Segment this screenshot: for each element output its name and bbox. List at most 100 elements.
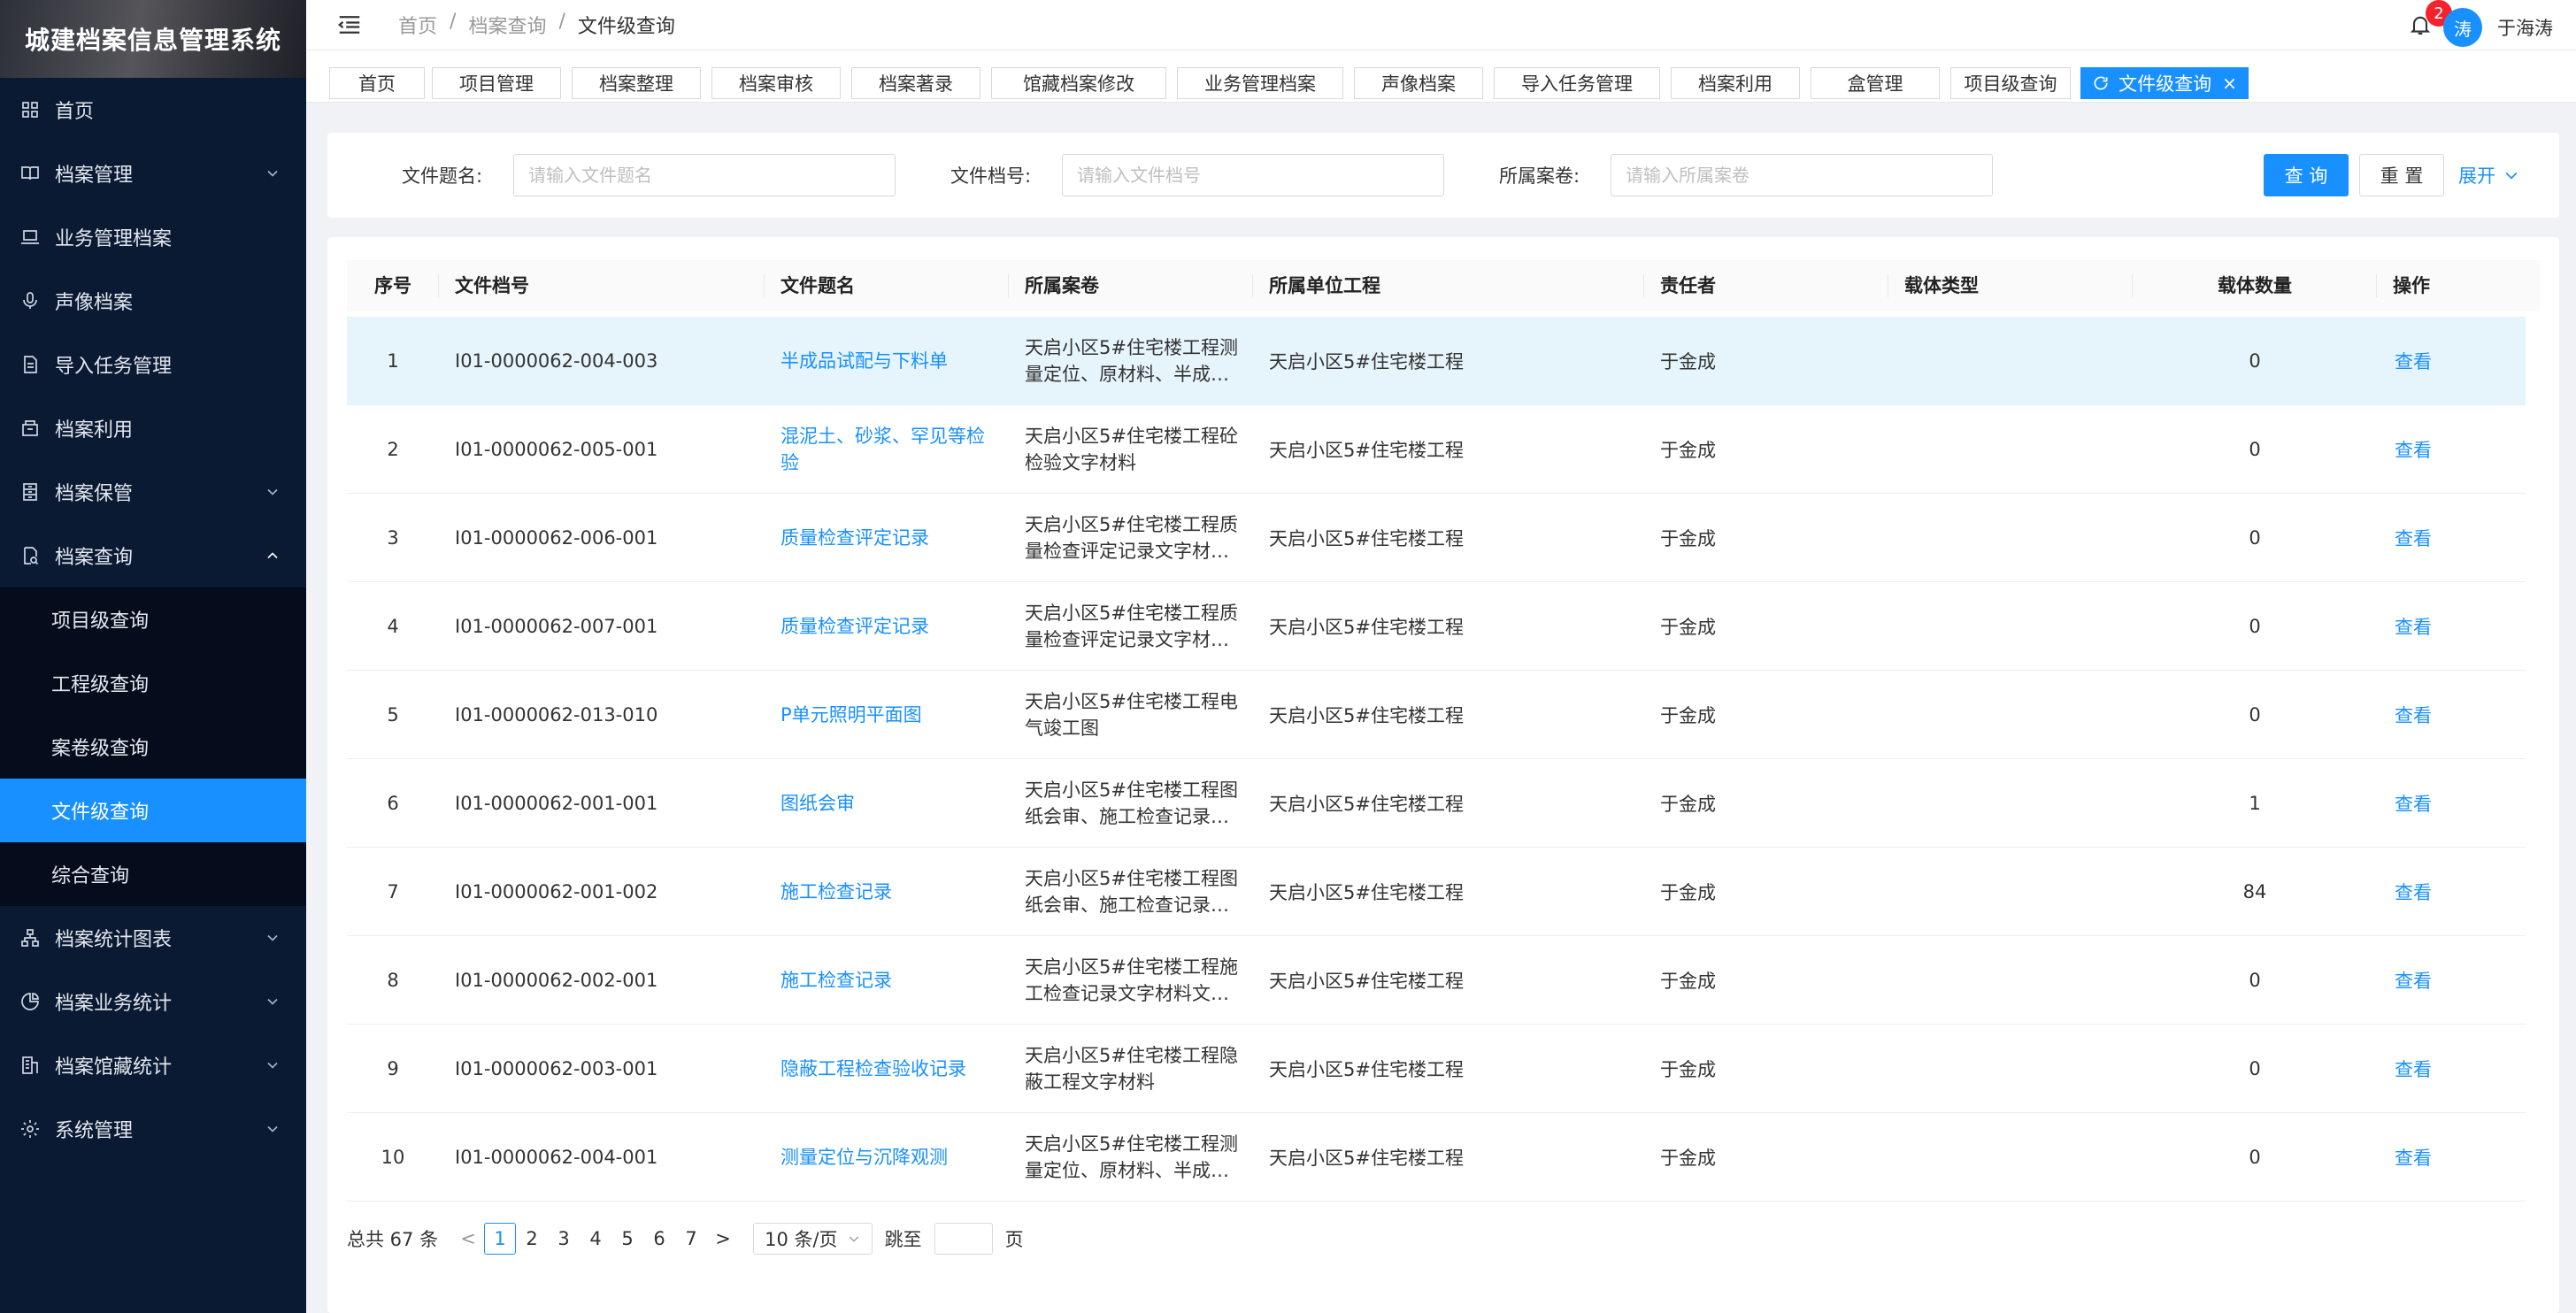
tag-item[interactable]: 项目管理	[432, 67, 561, 99]
tag-item[interactable]: 档案著录	[851, 67, 980, 99]
tag-item[interactable]: 项目级查询	[1950, 67, 2071, 99]
view-link[interactable]: 查看	[2395, 348, 2432, 374]
tag-item[interactable]: 档案利用	[1671, 67, 1800, 99]
expand-link[interactable]: 展开	[2458, 162, 2520, 188]
cell-unit: 天启小区5#住宅楼工程	[1269, 528, 1464, 549]
table-row[interactable]: 6 I01-0000062-001-001 图纸会审 天启小区5#住宅楼工程图纸会审、…	[347, 759, 2526, 848]
refresh-icon[interactable]	[2092, 74, 2110, 92]
cell-owner: 于金成	[1660, 705, 1716, 726]
tag-item[interactable]: 馆藏档案修改	[991, 67, 1166, 99]
search-panel: 文件题名: 文件档号: 所属案卷: 查 询 重 置 展开	[327, 133, 2559, 218]
breadcrumb-archive-query[interactable]: 档案查询	[468, 11, 546, 39]
sidebar-item[interactable]: 文件级查询	[0, 779, 306, 842]
top-header: 首页 / 档案查询 / 文件级查询 2 涛 于海涛	[306, 0, 2576, 50]
sidebar-item[interactable]: 业务管理档案	[0, 205, 306, 269]
sidebar-item[interactable]: 首页	[0, 78, 306, 142]
col-action: 操作	[2393, 275, 2430, 296]
view-link[interactable]: 查看	[2395, 525, 2432, 551]
cell-carrier-qty: 0	[2249, 704, 2261, 726]
pagination-next[interactable]: >	[707, 1223, 739, 1255]
sidebar-item[interactable]: 声像档案	[0, 269, 306, 333]
breadcrumb-home[interactable]: 首页	[398, 11, 437, 39]
volume-input[interactable]	[1611, 154, 1993, 196]
cell-title-link[interactable]: 图纸会审	[780, 790, 855, 817]
title-input[interactable]	[513, 154, 896, 196]
table-row[interactable]: 10 I01-0000062-004-001 测量定位与沉降观测 天启小区5#住宅楼工…	[347, 1113, 2526, 1202]
cell-doc-no: I01-0000062-013-010	[455, 704, 658, 726]
sidebar-item[interactable]: 综合查询	[0, 842, 306, 906]
view-link[interactable]: 查看	[2395, 879, 2432, 905]
cell-unit: 天启小区5#住宅楼工程	[1269, 794, 1464, 815]
table-row[interactable]: 5 I01-0000062-013-010 P单元照明平面图 天启小区5#住宅楼工程电…	[347, 671, 2526, 759]
view-link[interactable]: 查看	[2395, 702, 2432, 728]
tag-item[interactable]: 盒管理	[1811, 67, 1940, 99]
sidebar-item[interactable]: 档案保管	[0, 460, 306, 524]
cell-carrier-qty: 0	[2249, 350, 2261, 372]
cell-title-link[interactable]: 混泥土、砂浆、罕见等检验	[780, 423, 1002, 476]
menu-fold-icon[interactable]	[336, 12, 363, 38]
table-row[interactable]: 3 I01-0000062-006-001 质量检查评定记录 天启小区5#住宅楼工程质…	[347, 494, 2526, 582]
view-link[interactable]: 查看	[2395, 613, 2432, 640]
tag-item[interactable]: 业务管理档案	[1177, 67, 1343, 99]
table-row[interactable]: 4 I01-0000062-007-001 质量检查评定记录 天启小区5#住宅楼工程质…	[347, 582, 2526, 671]
cell-title-link[interactable]: 质量检查评定记录	[780, 525, 929, 551]
sidebar-item[interactable]: 案卷级查询	[0, 715, 306, 779]
tag-file-query[interactable]: 文件级查询 ×	[2080, 67, 2249, 99]
pagination-page[interactable]: 6	[643, 1223, 675, 1255]
sidebar-menu-lower: 档案统计图表 档案业务统计 档案馆藏统计 系统管理	[0, 906, 306, 1161]
cell-title-link[interactable]: P单元照明平面图	[780, 702, 922, 728]
cell-title-link[interactable]: 测量定位与沉降观测	[780, 1144, 948, 1171]
view-link[interactable]: 查看	[2395, 790, 2432, 817]
query-button[interactable]: 查 询	[2264, 154, 2349, 196]
pagination-page[interactable]: 1	[484, 1223, 517, 1255]
close-icon[interactable]: ×	[2222, 73, 2237, 94]
cell-title-link[interactable]: 半成品试配与下料单	[780, 348, 948, 374]
cell-title-link[interactable]: 施工检查记录	[780, 967, 892, 994]
pagination-page[interactable]: 4	[580, 1223, 611, 1255]
sidebar-item[interactable]: 档案业务统计	[0, 970, 306, 1033]
cell-carrier-qty: 0	[2249, 970, 2261, 991]
view-link[interactable]: 查看	[2395, 967, 2432, 994]
sidebar-item[interactable]: 工程级查询	[0, 651, 306, 715]
sidebar-item[interactable]: 档案管理	[0, 142, 306, 205]
cell-no: 2	[387, 439, 399, 460]
breadcrumb: 首页 / 档案查询 / 文件级查询	[398, 11, 675, 39]
cell-volume: 天启小区5#住宅楼工程图纸会审、施工检查记录文字材料	[1025, 868, 1238, 916]
reset-button[interactable]: 重 置	[2359, 154, 2444, 196]
tag-item[interactable]: 声像档案	[1354, 67, 1483, 99]
table-row[interactable]: 8 I01-0000062-002-001 施工检查记录 天启小区5#住宅楼工程施工检…	[347, 936, 2526, 1025]
user-name[interactable]: 于海涛	[2497, 14, 2553, 41]
view-link[interactable]: 查看	[2395, 436, 2432, 463]
sidebar-item[interactable]: 档案统计图表	[0, 906, 306, 970]
tag-item[interactable]: 导入任务管理	[1494, 67, 1660, 99]
pagination-prev[interactable]: <	[452, 1223, 484, 1255]
pagination-page[interactable]: 5	[611, 1223, 643, 1255]
cell-title-link[interactable]: 隐蔽工程检查验收记录	[780, 1056, 966, 1082]
sidebar-item[interactable]: 档案查询	[0, 524, 306, 587]
table-row[interactable]: 2 I01-0000062-005-001 混泥土、砂浆、罕见等检验 天启小区5#住宅…	[347, 405, 2526, 494]
pagination-page[interactable]: 2	[516, 1223, 548, 1255]
tag-item[interactable]: 首页	[329, 67, 425, 99]
tag-item[interactable]: 档案整理	[572, 67, 701, 99]
sidebar-item[interactable]: 档案馆藏统计	[0, 1033, 306, 1097]
jump-input[interactable]	[934, 1223, 993, 1255]
sidebar-item[interactable]: 导入任务管理	[0, 333, 306, 396]
cell-owner: 于金成	[1660, 617, 1716, 638]
view-link[interactable]: 查看	[2395, 1056, 2432, 1082]
sidebar-item[interactable]: 系统管理	[0, 1097, 306, 1161]
table-row[interactable]: 7 I01-0000062-001-002 施工检查记录 天启小区5#住宅楼工程图纸会…	[347, 848, 2526, 936]
sidebar-menu: 首页 档案管理 业务管理档案 声像档案 导入任务管理 档案利用 档案保管 档案查询	[0, 78, 306, 587]
sidebar-item[interactable]: 项目级查询	[0, 587, 306, 651]
cell-title-link[interactable]: 施工检查记录	[780, 879, 892, 905]
pagination-page[interactable]: 7	[675, 1223, 707, 1255]
table-row[interactable]: 9 I01-0000062-003-001 隐蔽工程检查验收记录 天启小区5#住宅楼工…	[347, 1025, 2526, 1113]
view-link[interactable]: 查看	[2395, 1144, 2432, 1171]
doc-no-input[interactable]	[1062, 154, 1444, 196]
pagination-page[interactable]: 3	[548, 1223, 580, 1255]
tag-item[interactable]: 档案审核	[711, 67, 841, 99]
cell-title-link[interactable]: 质量检查评定记录	[780, 613, 929, 640]
sidebar-item[interactable]: 档案利用	[0, 396, 306, 460]
page-size-select[interactable]: 10 条/页	[753, 1223, 873, 1255]
avatar[interactable]: 涛	[2443, 8, 2482, 47]
table-row[interactable]: 1 I01-0000062-004-003 半成品试配与下料单 天启小区5#住宅楼工程…	[347, 317, 2526, 405]
